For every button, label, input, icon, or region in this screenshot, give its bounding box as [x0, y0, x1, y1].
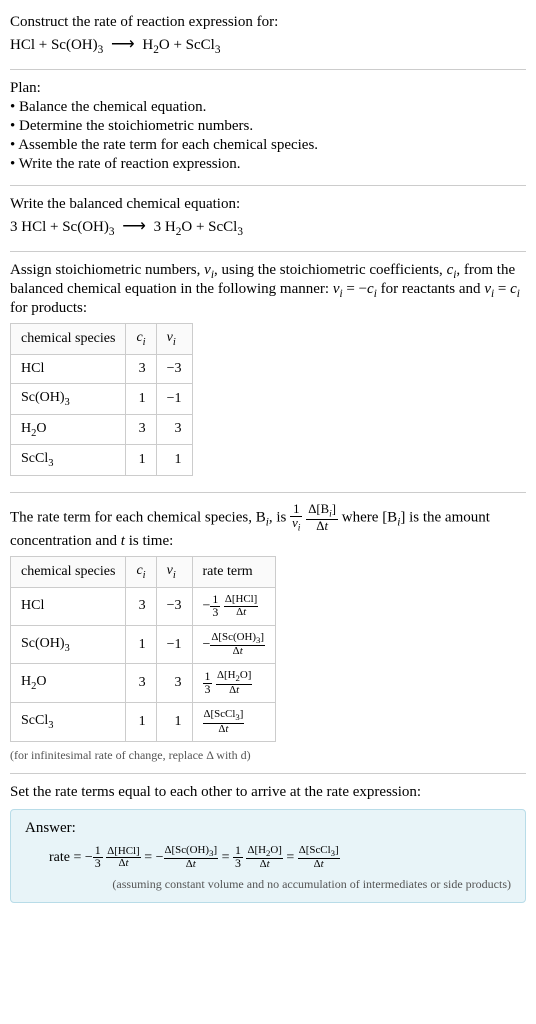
header-section: Construct the rate of reaction expressio…	[10, 8, 526, 65]
table-row: HCl 3 −3	[11, 354, 193, 383]
balanced-prompt: Write the balanced chemical equation:	[10, 196, 526, 213]
rateterm-section: The rate term for each chemical species,…	[10, 497, 526, 769]
table-row: Sc(OH)3 1 −1	[11, 383, 193, 414]
construct-prompt: Construct the rate of reaction expressio…	[10, 14, 526, 31]
table-row: HCl 3 −3 −13 Δ[HCl]Δt	[11, 587, 276, 625]
plan-list: Balance the chemical equation. Determine…	[10, 99, 526, 173]
answer-label: Answer:	[25, 820, 511, 837]
answer-box: Answer: rate = −13 Δ[HCl]Δt = −Δ[Sc(OH)3…	[10, 809, 526, 903]
stoich-table: chemical species ci νi HCl 3 −3 Sc(OH)3 …	[10, 323, 193, 476]
plan-item: Write the rate of reaction expression.	[10, 156, 526, 173]
rateterm-intro: The rate term for each chemical species,…	[10, 503, 526, 550]
col-ci: ci	[126, 557, 156, 588]
plan-item: Balance the chemical equation.	[10, 99, 526, 116]
col-rate: rate term	[192, 557, 275, 588]
table-row: ScCl3 1 1	[11, 445, 193, 476]
rateterm-table: chemical species ci νi rate term HCl 3 −…	[10, 556, 276, 742]
plan-section: Plan: Balance the chemical equation. Det…	[10, 74, 526, 181]
balanced-section: Write the balanced chemical equation: 3 …	[10, 190, 526, 247]
stoich-intro: Assign stoichiometric numbers, νi, using…	[10, 262, 526, 317]
answer-note: (assuming constant volume and no accumul…	[25, 877, 511, 892]
unbalanced-equation: HCl + Sc(OH)3 ⟶ H2O + ScCl3	[10, 34, 526, 56]
divider	[10, 773, 526, 774]
balanced-equation: 3 HCl + Sc(OH)3 ⟶ 3 H2O + ScCl3	[10, 216, 526, 238]
table-row: ScCl3 1 1 Δ[ScCl3]Δt	[11, 703, 276, 742]
col-ci: ci	[126, 324, 156, 355]
divider	[10, 185, 526, 186]
col-vi: νi	[156, 557, 192, 588]
table-row: H2O 3 3 13 Δ[H2O]Δt	[11, 664, 276, 703]
table-row: H2O 3 3	[11, 414, 193, 445]
col-vi: νi	[156, 324, 192, 355]
final-section: Set the rate terms equal to each other t…	[10, 778, 526, 909]
table-row: Sc(OH)3 1 −1 −Δ[Sc(OH)3]Δt	[11, 625, 276, 664]
stoich-section: Assign stoichiometric numbers, νi, using…	[10, 256, 526, 488]
divider	[10, 69, 526, 70]
col-species: chemical species	[11, 557, 126, 588]
plan-item: Determine the stoichiometric numbers.	[10, 118, 526, 135]
divider	[10, 492, 526, 493]
final-intro: Set the rate terms equal to each other t…	[10, 784, 526, 801]
plan-title: Plan:	[10, 80, 526, 97]
rateterm-note: (for infinitesimal rate of change, repla…	[10, 748, 526, 763]
plan-item: Assemble the rate term for each chemical…	[10, 137, 526, 154]
divider	[10, 251, 526, 252]
answer-equation: rate = −13 Δ[HCl]Δt = −Δ[Sc(OH)3]Δt = 13…	[49, 845, 511, 871]
col-species: chemical species	[11, 324, 126, 355]
